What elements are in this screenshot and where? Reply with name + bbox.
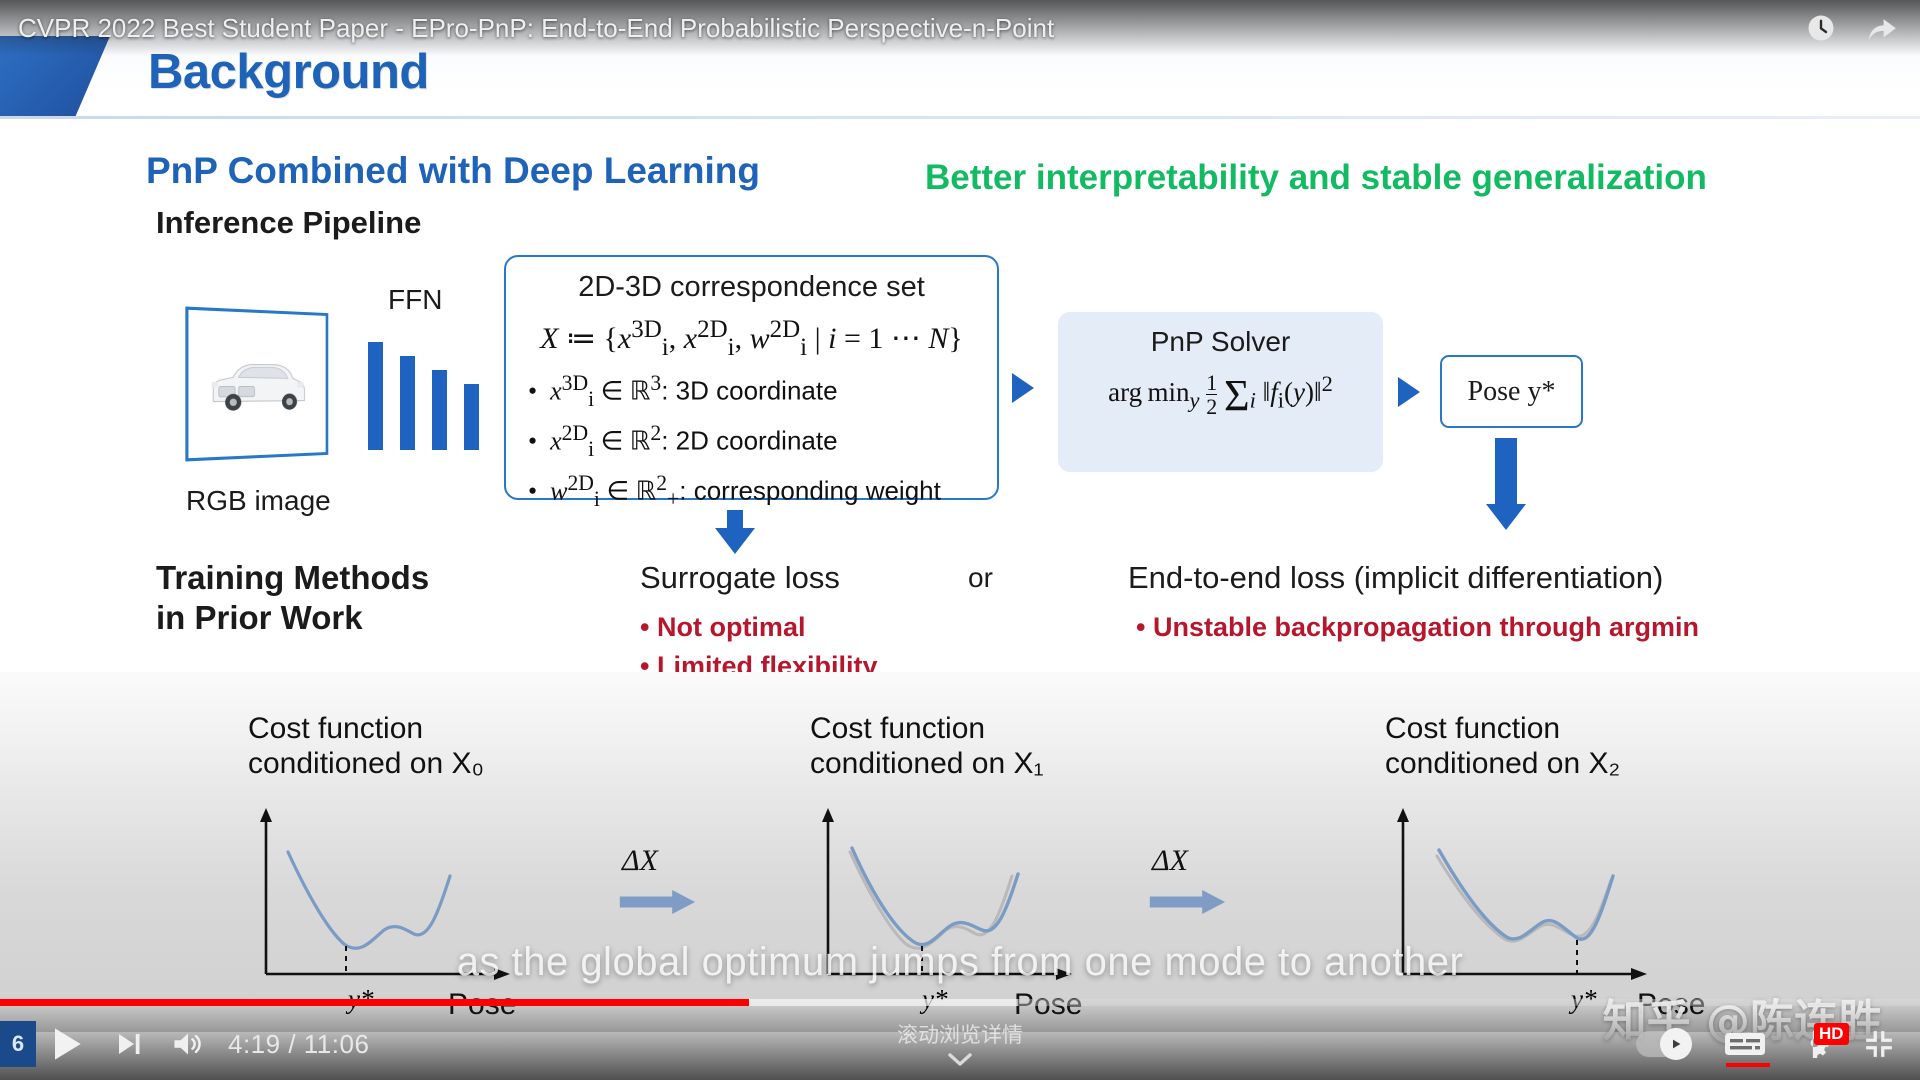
correspondence-equation: X ≔ {x3Di, x2Di, w2Di | i = 1 ⋯ N}: [506, 316, 997, 362]
correspondence-box-title: 2D-3D correspondence set: [506, 271, 997, 304]
slide-header-divider: [0, 116, 1920, 119]
transition-1-label: ΔX: [1152, 844, 1188, 878]
slide-page-indicator[interactable]: 6: [0, 1021, 36, 1067]
transition-1-arrow-icon: [1118, 890, 1258, 914]
training-methods-line2: in Prior Work: [156, 599, 363, 636]
cost-chart-2-caption: Cost function conditioned on X₂: [1385, 712, 1715, 782]
player-top-icons: [1806, 13, 1898, 43]
player-right-controls: HD: [1636, 1008, 1894, 1080]
pnp-solver-equation: arg miny 12 Σi ‖fi(y)‖2: [1058, 370, 1383, 421]
surrogate-bullet-1: • Not optimal: [640, 612, 878, 643]
cost-chart-2-caption-line2: conditioned on X₂: [1385, 747, 1620, 780]
arrow-down-e2e-icon: [1486, 504, 1526, 530]
scroll-hint-label: 滚动浏览详情: [897, 1019, 1023, 1049]
surrogate-loss-bullets: • Not optimal • Limited flexibility: [640, 604, 878, 682]
cost-chart-0: Cost function conditioned on X₀ y* Pose: [248, 712, 578, 982]
autoplay-toggle[interactable]: [1636, 1031, 1690, 1057]
e2e-loss-title: End-to-end loss (implicit differentiatio…: [1128, 560, 1663, 596]
share-icon[interactable]: [1866, 13, 1898, 43]
cost-function-band: Cost function conditioned on X₀ y* Pose …: [0, 672, 1920, 1032]
arrow-to-solver-icon: [1012, 373, 1034, 403]
correspondence-bullet-2: • x2Di ∈ ℝ2: 2D coordinate: [528, 421, 997, 462]
player-left-controls: 6 4:19 / 11:06: [0, 1008, 369, 1080]
scroll-hint[interactable]: 滚动浏览详情: [897, 1019, 1023, 1074]
rgb-image-label: RGB image: [186, 485, 331, 517]
chevron-down-icon: [945, 1051, 975, 1069]
e2e-bullet-1-text: Unstable backpropagation through argmin: [1153, 612, 1699, 642]
cost-chart-0-caption-line1: Cost function: [248, 712, 423, 745]
arrow-down-e2e-stem: [1495, 438, 1517, 506]
or-label: or: [968, 562, 993, 594]
time-display: 4:19 / 11:06: [228, 1029, 369, 1060]
e2e-bullet-1: • Unstable backpropagation through argmi…: [1136, 612, 1699, 643]
progress-bar[interactable]: [0, 999, 1920, 1006]
cost-chart-1-plot: [810, 804, 1130, 989]
cost-chart-1-caption-line1: Cost function: [810, 712, 985, 745]
cost-chart-1: Cost function conditioned on X₁ y* Pose: [810, 712, 1140, 982]
cost-chart-2-plot: [1385, 804, 1705, 989]
e2e-loss-bullets: • Unstable backpropagation through argmi…: [1136, 604, 1699, 643]
slide-content: Background PnP Combined with Deep Learni…: [0, 0, 1920, 1080]
cost-chart-0-caption: Cost function conditioned on X₀: [248, 712, 578, 782]
arrow-down-surrogate-icon: [715, 528, 755, 554]
subtitles-button[interactable]: [1724, 1030, 1766, 1058]
progress-played: [0, 999, 749, 1006]
pose-box: Pose y*: [1440, 355, 1583, 428]
cost-chart-0-caption-line2: conditioned on X₀: [248, 747, 484, 780]
training-methods-title: Training Methods in Prior Work: [156, 558, 429, 637]
correspondence-set-box: 2D-3D correspondence set X ≔ {x3Di, x2Di…: [504, 255, 999, 500]
arrow-to-pose-icon: [1398, 377, 1420, 407]
training-methods-line1: Training Methods: [156, 559, 429, 596]
rgb-image-frame: [185, 307, 328, 462]
cost-chart-0-plot: [248, 804, 568, 989]
surrogate-loss-title: Surrogate loss: [640, 560, 840, 596]
transition-0-label: ΔX: [622, 844, 658, 878]
cost-chart-1-caption: Cost function conditioned on X₁: [810, 712, 1140, 782]
ffn-bars: [368, 340, 480, 450]
volume-button[interactable]: [172, 1029, 204, 1059]
player-top-bar: CVPR 2022 Best Student Paper - EPro-PnP:…: [0, 0, 1920, 56]
exit-fullscreen-button[interactable]: [1864, 1029, 1894, 1059]
cost-chart-2-caption-line1: Cost function: [1385, 712, 1560, 745]
pnp-solver-title: PnP Solver: [1058, 326, 1383, 358]
cost-chart-2: Cost function conditioned on X₂ y* Pose: [1385, 712, 1715, 982]
transition-0-arrow-icon: [588, 890, 728, 914]
watch-later-icon[interactable]: [1806, 13, 1836, 43]
correspondence-bullet-3: • w2Di ∈ ℝ2+: corresponding weight: [528, 471, 997, 512]
subsection-title: Inference Pipeline: [156, 205, 421, 241]
subtitles-active-underline: [1726, 1063, 1770, 1067]
cost-chart-1-caption-line2: conditioned on X₁: [810, 747, 1044, 780]
banner-right-text: Better interpretability and stable gener…: [925, 158, 1707, 198]
hd-quality-badge: HD: [1814, 1023, 1849, 1045]
surrogate-bullet-1-text: Not optimal: [657, 612, 806, 642]
next-button[interactable]: [114, 1029, 144, 1059]
quality-settings-button[interactable]: HD: [1800, 1029, 1830, 1059]
pnp-solver-box: PnP Solver arg miny 12 Σi ‖fi(y)‖2: [1058, 312, 1383, 472]
video-title: CVPR 2022 Best Student Paper - EPro-PnP:…: [18, 13, 1054, 44]
car-illustration: [206, 343, 310, 425]
ffn-label: FFN: [388, 284, 442, 316]
play-button[interactable]: [44, 1022, 88, 1066]
correspondence-bullet-1: • x3Di ∈ ℝ3: 3D coordinate: [528, 371, 997, 412]
autoplay-toggle-knob: [1660, 1028, 1692, 1060]
arrow-down-surrogate-stem: [727, 510, 743, 530]
section-title: PnP Combined with Deep Learning: [146, 150, 760, 192]
video-player-stage: Background PnP Combined with Deep Learni…: [0, 0, 1920, 1080]
